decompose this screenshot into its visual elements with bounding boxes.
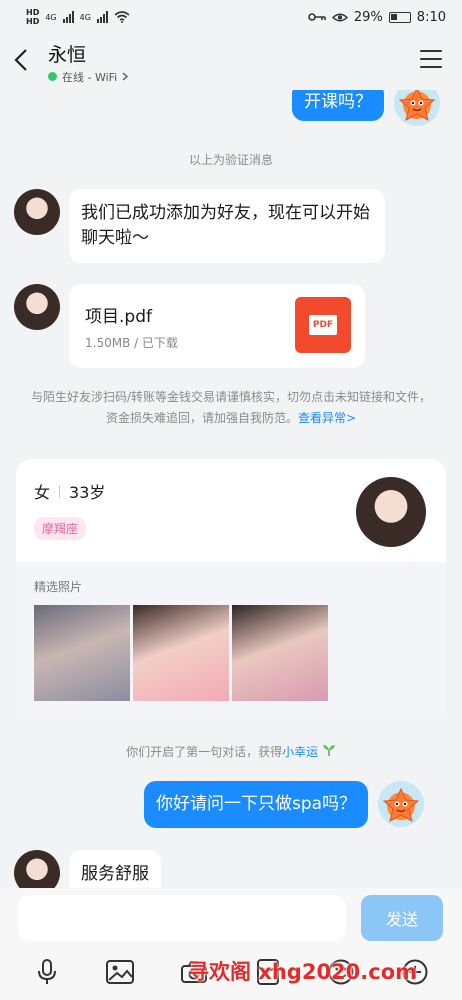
signal-icon (96, 11, 108, 23)
message-row-outgoing: 开课吗？ (292, 90, 440, 126)
contact-avatar[interactable] (14, 284, 60, 330)
file-name: 项目.pdf (85, 307, 152, 327)
message-row-incoming: 我们已成功添加为好友，现在可以开始聊天啦～ (14, 189, 385, 263)
profile-summary: 女 33岁 摩羯座 (16, 459, 446, 562)
divider (59, 484, 61, 498)
status-left: HD HD 4G 4G (26, 8, 130, 26)
message-row-incoming: 服务舒服 (14, 850, 161, 888)
message-input[interactable] (18, 895, 346, 941)
chat-area[interactable]: 开课吗？ 以上为验证消息 我们已成功添加为好友，现在可以开始聊天啦～ 项目.pd… (0, 90, 462, 888)
zodiac-tag: 摩羯座 (34, 517, 87, 540)
contact-info[interactable]: 永恒 在线 - WiFi (48, 40, 129, 85)
hd-indicator: HD HD (26, 8, 39, 26)
network-label: 4G (45, 12, 57, 22)
age-label: 33岁 (69, 483, 106, 502)
signal-icon (62, 11, 74, 23)
chevron-right-icon (122, 72, 129, 81)
clock: 8:10 (416, 9, 446, 25)
battery-icon (388, 11, 411, 23)
my-avatar[interactable] (378, 781, 425, 827)
featured-photo[interactable] (133, 605, 229, 701)
featured-photo[interactable] (34, 605, 130, 701)
status-right: 29% 8:10 (308, 10, 446, 25)
lucky-link[interactable]: 小幸运 (282, 745, 318, 759)
presence-status[interactable]: 在线 - WiFi (48, 69, 129, 85)
pdf-file-icon: PDF (295, 297, 351, 353)
view-abnormal-link[interactable]: 查看异常> (298, 411, 356, 425)
message-bubble[interactable]: 服务舒服 (69, 850, 161, 888)
file-meta: 1.50MB / 已下载 (85, 336, 178, 350)
menu-icon[interactable] (420, 50, 442, 68)
online-dot-icon (48, 72, 57, 81)
eye-icon (331, 13, 348, 21)
sprout-icon (322, 745, 335, 756)
message-row-incoming: 项目.pdf 1.50MB / 已下载 PDF (14, 284, 365, 368)
watermark: 寻欢阁 xhg2020.com (188, 960, 418, 984)
presence-label: 在线 - WiFi (62, 70, 118, 84)
back-button[interactable] (14, 48, 44, 77)
image-icon[interactable] (105, 957, 135, 987)
photos-label: 精选照片 (34, 580, 83, 594)
pdf-badge: PDF (308, 315, 338, 335)
system-message: 你们开启了第一句对话，获得小幸运 (0, 743, 462, 760)
first-chat-text: 你们开启了第一句对话，获得 (126, 745, 283, 759)
message-row-outgoing: 你好请问一下只做spa吗？ (144, 781, 425, 828)
contact-name: 永恒 (48, 43, 87, 66)
contact-avatar[interactable] (14, 189, 60, 235)
contact-avatar[interactable] (14, 850, 60, 888)
hd-label: HD (26, 17, 40, 26)
network-label: 4G (79, 12, 91, 22)
profile-avatar[interactable] (356, 477, 426, 547)
featured-photo[interactable] (232, 605, 328, 701)
message-bubble[interactable]: 你好请问一下只做spa吗？ (144, 781, 369, 828)
star-avatar-icon (382, 787, 420, 822)
battery-percent: 29% (353, 9, 383, 25)
system-message: 以上为验证消息 (188, 153, 273, 167)
microphone-icon[interactable] (32, 957, 62, 987)
wifi-icon (114, 11, 130, 23)
featured-photos: 精选照片 (16, 562, 446, 719)
star-avatar-icon (398, 90, 436, 121)
file-message[interactable]: 项目.pdf 1.50MB / 已下载 PDF (69, 284, 365, 368)
profile-basic: 女 33岁 (34, 479, 105, 503)
chat-header: 永恒 在线 - WiFi (0, 34, 462, 90)
photo-strip (34, 605, 328, 701)
message-bubble[interactable]: 开课吗？ (292, 90, 384, 121)
security-warning: 与陌生好友涉扫码/转账等金钱交易请谨慎核实，切勿点击未知链接和文件，资金损失难追… (30, 387, 432, 429)
hd-label: HD (26, 8, 40, 17)
profile-card[interactable]: 女 33岁 摩羯座 精选照片 (16, 459, 446, 719)
status-bar: HD HD 4G 4G 29% 8:10 (0, 0, 462, 34)
gender-label: 女 (34, 483, 51, 502)
chevron-left-icon (14, 48, 27, 71)
message-bubble[interactable]: 我们已成功添加为好友，现在可以开始聊天啦～ (69, 189, 385, 263)
my-avatar[interactable] (394, 90, 440, 126)
send-button[interactable]: 发送 (361, 895, 443, 941)
warning-text: 与陌生好友涉扫码/转账等金钱交易请谨慎核实，切勿点击未知链接和文件，资金损失难追… (30, 390, 432, 425)
key-icon (308, 13, 326, 21)
